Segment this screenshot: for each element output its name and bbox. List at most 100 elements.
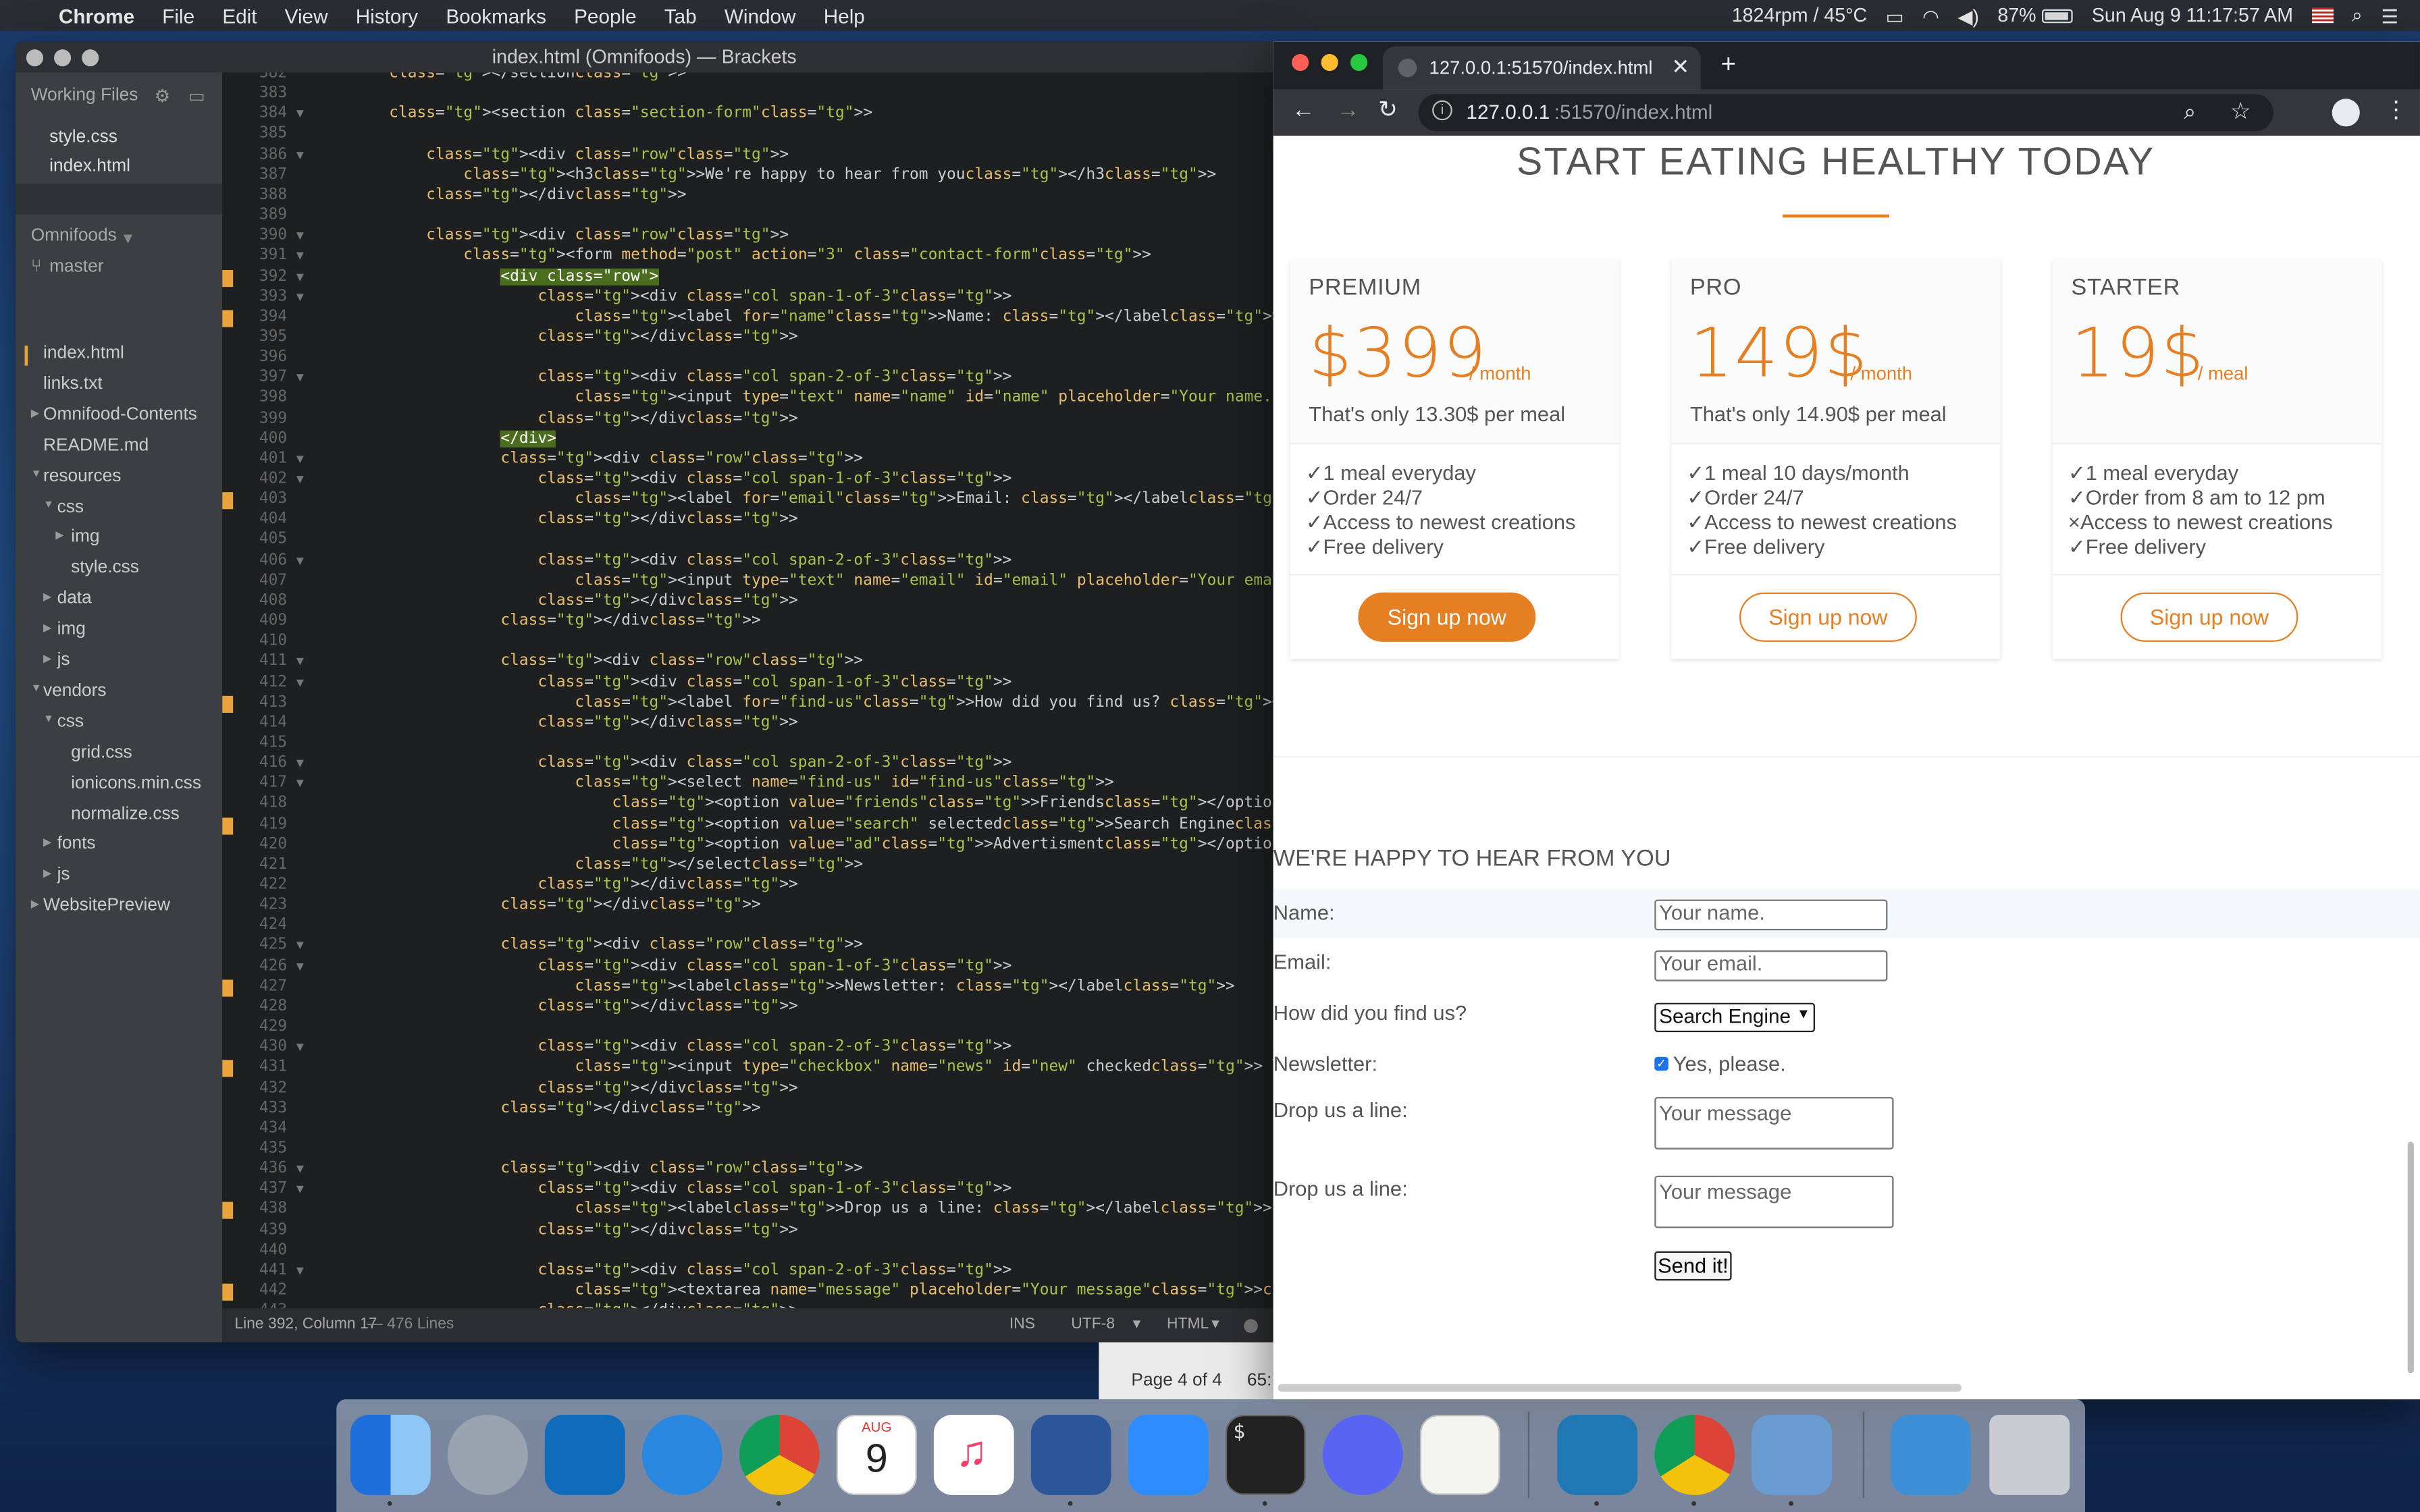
vertical-scrollbar[interactable] <box>2407 1141 2414 1374</box>
code-line[interactable]: class="tg"><div class="col span-1-of-3"c… <box>352 957 1011 974</box>
branch-name[interactable]: master <box>49 258 103 276</box>
code-line[interactable]: <div class="row"> <box>352 267 659 285</box>
signup-button[interactable]: Sign up now <box>1358 592 1536 642</box>
fold-toggle-icon[interactable]: ▼ <box>296 939 304 953</box>
code-line[interactable]: class="tg"></selectclass="tg">> <box>352 856 863 873</box>
zoom-button[interactable] <box>82 49 99 67</box>
code-line[interactable]: class="tg"></divclass="tg">> <box>352 1079 797 1096</box>
send-button[interactable]: Send it! <box>1654 1251 1732 1281</box>
close-button[interactable] <box>1292 53 1309 72</box>
chevron-right-icon[interactable]: ▶ <box>31 898 39 911</box>
tree-item[interactable]: resources <box>43 467 121 485</box>
tree-item[interactable]: vendors <box>43 682 107 700</box>
profile-icon[interactable] <box>2332 99 2360 127</box>
fold-toggle-icon[interactable]: ▼ <box>296 371 304 385</box>
fold-toggle-icon[interactable]: ▼ <box>296 756 304 770</box>
signup-button[interactable]: Sign up now <box>2120 592 2298 642</box>
code-line[interactable]: class="tg"><div class="col span-2-of-3"c… <box>352 1262 1011 1278</box>
code-line[interactable]: class="tg"><select name="find-us" id="fi… <box>352 775 1113 792</box>
code-line[interactable]: class="tg"><textarea name="message" plac… <box>352 1282 1273 1299</box>
fold-toggle-icon[interactable]: ▼ <box>296 249 304 263</box>
menu-edit[interactable]: Edit <box>222 4 257 27</box>
language-select[interactable]: HTML <box>1167 1308 1209 1342</box>
close-tab-icon[interactable]: ✕ <box>1671 54 1689 80</box>
fold-toggle-icon[interactable]: ▼ <box>296 107 304 121</box>
code-line[interactable]: class="tg"><label for="email"class="tg">… <box>352 491 1273 508</box>
fold-toggle-icon[interactable]: ▼ <box>296 290 304 304</box>
chevron-down-icon[interactable]: ▼ <box>31 683 42 694</box>
tree-item[interactable]: ionicons.min.css <box>71 774 201 792</box>
fold-toggle-icon[interactable]: ▼ <box>296 1264 304 1278</box>
calendar-icon[interactable]: AUG 9 <box>836 1414 917 1495</box>
tree-item[interactable]: css <box>57 497 84 516</box>
code-line[interactable]: class="tg"></divclass="tg">> <box>352 329 797 346</box>
working-file-item[interactable]: index.html <box>49 157 130 176</box>
fold-toggle-icon[interactable]: ▼ <box>296 147 304 161</box>
horizontal-scrollbar[interactable] <box>1278 1384 1962 1392</box>
chrome-icon[interactable] <box>1654 1414 1735 1495</box>
chevron-down-icon[interactable]: ▾ <box>124 227 132 248</box>
flag-icon[interactable] <box>2311 7 2334 24</box>
chevron-down-icon[interactable]: ▼ <box>43 714 54 725</box>
code-line[interactable]: class="tg"></divclass="tg">> <box>352 186 686 203</box>
code-line[interactable]: class="tg"></divclass="tg">> <box>352 876 797 893</box>
code-line[interactable]: </div> <box>352 429 556 448</box>
tree-item[interactable]: css <box>57 713 84 731</box>
tree-item[interactable]: normalize.css <box>71 805 180 823</box>
menu-help[interactable]: Help <box>824 4 865 27</box>
code-line[interactable]: class="tg"><div class="col span-1-of-3"c… <box>352 288 1011 305</box>
chevron-right-icon[interactable]: ▶ <box>43 622 51 634</box>
code-line[interactable]: class="tg"></divclass="tg">> <box>352 511 797 528</box>
insert-mode[interactable]: INS <box>1009 1308 1035 1342</box>
search-icon[interactable]: ⌕ <box>2352 4 2363 27</box>
brackets-icon[interactable] <box>1557 1414 1638 1495</box>
fold-toggle-icon[interactable]: ▼ <box>296 269 304 284</box>
textedit-icon[interactable] <box>1419 1414 1500 1495</box>
split-view-icon[interactable]: ▭ <box>188 85 205 106</box>
code-line[interactable]: class="tg"><input type="checkbox" name="… <box>352 1059 1273 1076</box>
code-line[interactable]: class="tg"><div class="col span-2-of-3"c… <box>352 551 1011 568</box>
fold-toggle-icon[interactable]: ▼ <box>296 229 304 243</box>
address-bar[interactable]: i 127.0.0.1 :51570/index.html ⌕ ☆ <box>1418 94 2273 132</box>
minimize-button[interactable] <box>1321 53 1338 72</box>
code-line[interactable]: class="tg"><labelclass="tg">>Drop us a l… <box>352 1201 1271 1218</box>
battery-percent[interactable]: 87% <box>1997 5 2036 26</box>
code-editor[interactable]: 382 class="tg"></sectionclass="tg">> 383 3… <box>222 72 1273 1309</box>
code-line[interactable]: class="tg"><label for="find-us"class="tg… <box>352 694 1273 711</box>
code-line[interactable]: class="tg"><option value="friends"class=… <box>352 795 1273 812</box>
encoding-select[interactable]: UTF-8 <box>1071 1308 1115 1342</box>
fold-toggle-icon[interactable]: ▼ <box>296 675 304 689</box>
tree-item[interactable]: style.css <box>71 559 139 577</box>
signup-button[interactable]: Sign up now <box>1739 592 1917 642</box>
clock[interactable]: Sun Aug 9 11:17:57 AM <box>2092 5 2293 26</box>
app-menu[interactable]: Chrome <box>59 4 134 27</box>
word-icon[interactable] <box>1030 1414 1111 1495</box>
chevron-right-icon[interactable]: ▶ <box>55 530 63 542</box>
star-icon[interactable]: ☆ <box>2230 97 2251 125</box>
music-icon[interactable]: ♫ <box>933 1414 1014 1495</box>
code-line[interactable]: class="tg"><option value="ad"class="tg">… <box>352 836 1273 853</box>
menu-icon[interactable]: ⋮ <box>2384 96 2407 124</box>
chevron-right-icon[interactable]: ▶ <box>43 837 51 849</box>
zoom-icon[interactable]: ⌕ <box>2184 99 2196 125</box>
code-line[interactable]: class="tg"><section class="section-form"… <box>352 105 872 122</box>
code-line[interactable]: class="tg"><div class="row"class="tg">> <box>352 227 789 244</box>
code-line[interactable]: class="tg"><input type="text" name="name… <box>352 389 1273 406</box>
menu-view[interactable]: View <box>285 4 328 27</box>
code-line[interactable]: class="tg"><div class="col span-2-of-3"c… <box>352 369 1011 386</box>
code-line[interactable]: class="tg"><div class="col span-2-of-3"c… <box>352 755 1011 772</box>
launchpad-icon[interactable] <box>447 1414 528 1495</box>
volume-icon[interactable]: ◀) <box>1957 4 1978 27</box>
tree-item[interactable]: Omnifood-Contents <box>43 406 197 424</box>
find-us-select[interactable]: Search Engine ▼ <box>1654 1002 1815 1033</box>
tree-item[interactable]: index.html <box>43 344 124 362</box>
preview-icon[interactable] <box>1752 1414 1833 1495</box>
gear-icon[interactable]: ⚙ <box>155 85 171 106</box>
code-line[interactable]: class="tg"><div class="row"class="tg">> <box>352 937 863 954</box>
message-textarea[interactable]: Your message <box>1654 1175 1894 1228</box>
chevron-right-icon[interactable]: ▶ <box>43 867 51 880</box>
fold-toggle-icon[interactable]: ▼ <box>296 1040 304 1054</box>
code-line[interactable]: class="tg"><div class="col span-1-of-3"c… <box>352 1181 1011 1197</box>
fold-toggle-icon[interactable]: ▼ <box>296 1162 304 1176</box>
code-line[interactable]: class="tg"></divclass="tg">> <box>352 896 760 913</box>
